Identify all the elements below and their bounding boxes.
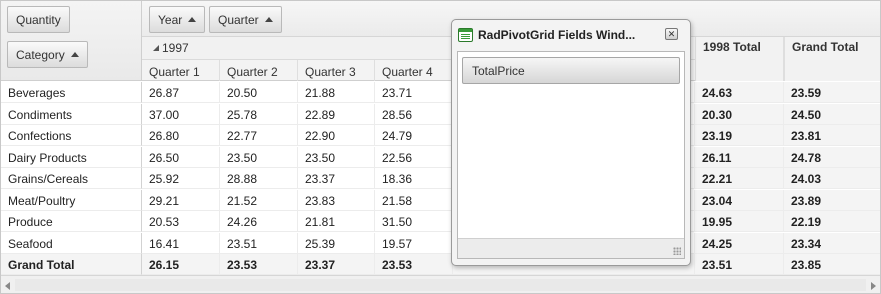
sort-ascending-icon	[70, 52, 79, 57]
grand-total-cell: 23.89	[784, 190, 880, 211]
field-item-totalprice[interactable]: TotalPrice	[462, 57, 680, 84]
row-label: Grains/Cereals	[1, 168, 142, 189]
column-group-year-button[interactable]: Year	[149, 6, 206, 33]
value-cell: 22.89	[298, 104, 375, 125]
total-1998-cell: 20.30	[695, 104, 784, 125]
fields-window-footer	[458, 238, 684, 258]
value-cell: 21.52	[220, 190, 298, 211]
grand-total-cell: 23.85	[784, 254, 880, 275]
col-header-1998-total: 1998 Total	[695, 37, 784, 81]
row-label: Dairy Products	[1, 147, 142, 168]
scroll-right-icon[interactable]	[871, 282, 876, 290]
col-header-grand-total: Grand Total	[784, 37, 880, 81]
pivot-grid: Quantity Category Year Quarter 1997 Quar…	[0, 0, 881, 294]
column-group-year-label: Year	[158, 12, 183, 27]
grand-total-cell: 23.59	[784, 82, 880, 103]
value-cell: 21.58	[375, 190, 453, 211]
row-group-category-button[interactable]: Category	[7, 41, 88, 68]
close-button[interactable]: ✕	[665, 28, 678, 40]
col-header-quarter-2: Quarter 2	[220, 60, 298, 81]
value-cell: 29.21	[142, 190, 220, 211]
value-cell: 25.92	[142, 168, 220, 189]
value-cell: 22.90	[298, 125, 375, 146]
scrollbar-track[interactable]	[15, 279, 866, 291]
total-1998-cell: 26.11	[695, 147, 784, 168]
value-cell: 24.79	[375, 125, 453, 146]
row-group-category-label: Category	[16, 47, 65, 62]
fields-window[interactable]: RadPivotGrid Fields Wind... ✕ TotalPrice	[451, 19, 691, 266]
value-cell: 26.15	[142, 254, 220, 275]
col-header-quarter-3: Quarter 3	[298, 60, 375, 81]
total-1998-cell: 23.04	[695, 190, 784, 211]
col-header-quarter-4: Quarter 4	[375, 60, 453, 81]
column-group-quarter-button[interactable]: Quarter	[209, 6, 282, 33]
total-1998-cell: 24.25	[695, 233, 784, 254]
value-cell: 22.77	[220, 125, 298, 146]
value-cell: 28.56	[375, 104, 453, 125]
row-label: Seafood	[1, 233, 142, 254]
value-cell: 23.37	[298, 254, 375, 275]
row-label: Condiments	[1, 104, 142, 125]
value-cell: 22.56	[375, 147, 453, 168]
value-cell: 28.88	[220, 168, 298, 189]
grand-total-cell: 24.78	[784, 147, 880, 168]
col-header-quarter-1: Quarter 1	[142, 60, 220, 81]
value-cell: 37.00	[142, 104, 220, 125]
scroll-left-icon[interactable]	[5, 282, 10, 290]
value-cell: 20.50	[220, 82, 298, 103]
row-label: Confections	[1, 125, 142, 146]
value-cell: 20.53	[142, 211, 220, 232]
row-label: Produce	[1, 211, 142, 232]
grand-total-cell: 23.81	[784, 125, 880, 146]
value-cell: 23.50	[298, 147, 375, 168]
value-cell: 23.50	[220, 147, 298, 168]
total-1998-cell: 23.19	[695, 125, 784, 146]
aggregate-field-button[interactable]: Quantity	[7, 6, 70, 33]
total-1998-cell: 24.63	[695, 82, 784, 103]
resize-grip-icon[interactable]	[673, 247, 681, 255]
value-cell: 18.36	[375, 168, 453, 189]
value-cell: 25.78	[220, 104, 298, 125]
window-icon	[458, 28, 473, 42]
value-cell: 21.81	[298, 211, 375, 232]
value-cell: 26.80	[142, 125, 220, 146]
value-cell: 26.50	[142, 147, 220, 168]
collapse-triangle-icon[interactable]	[153, 45, 159, 51]
sort-ascending-icon	[264, 17, 273, 22]
sort-ascending-icon	[188, 17, 197, 22]
value-cell: 23.51	[220, 233, 298, 254]
row-label: Beverages	[1, 82, 142, 103]
value-cell: 26.87	[142, 82, 220, 103]
value-cell: 23.71	[375, 82, 453, 103]
fields-window-titlebar[interactable]: RadPivotGrid Fields Wind...	[458, 26, 684, 44]
fields-list: TotalPrice	[457, 51, 685, 259]
value-cell: 23.53	[220, 254, 298, 275]
grand-total-cell: 23.34	[784, 233, 880, 254]
total-1998-cell: 23.51	[695, 254, 784, 275]
aggregate-field-label: Quantity	[16, 12, 61, 27]
grand-total-row-label: Grand Total	[1, 254, 142, 275]
horizontal-scrollbar[interactable]	[1, 275, 880, 293]
year-1997-label: 1997	[162, 41, 189, 55]
total-1998-cell: 19.95	[695, 211, 784, 232]
value-cell: 31.50	[375, 211, 453, 232]
grand-total-cell: 24.03	[784, 168, 880, 189]
grand-total-cell: 24.50	[784, 104, 880, 125]
value-cell: 16.41	[142, 233, 220, 254]
column-group-quarter-label: Quarter	[218, 12, 259, 27]
value-cell: 24.26	[220, 211, 298, 232]
value-cell: 25.39	[298, 233, 375, 254]
value-cell: 19.57	[375, 233, 453, 254]
value-cell: 23.83	[298, 190, 375, 211]
value-cell: 23.53	[375, 254, 453, 275]
year-1997-header[interactable]: 1997	[153, 41, 189, 55]
total-1998-cell: 22.21	[695, 168, 784, 189]
grand-total-cell: 22.19	[784, 211, 880, 232]
value-cell: 21.88	[298, 82, 375, 103]
row-label: Meat/Poultry	[1, 190, 142, 211]
value-cell: 23.37	[298, 168, 375, 189]
fields-window-title: RadPivotGrid Fields Wind...	[478, 28, 636, 42]
